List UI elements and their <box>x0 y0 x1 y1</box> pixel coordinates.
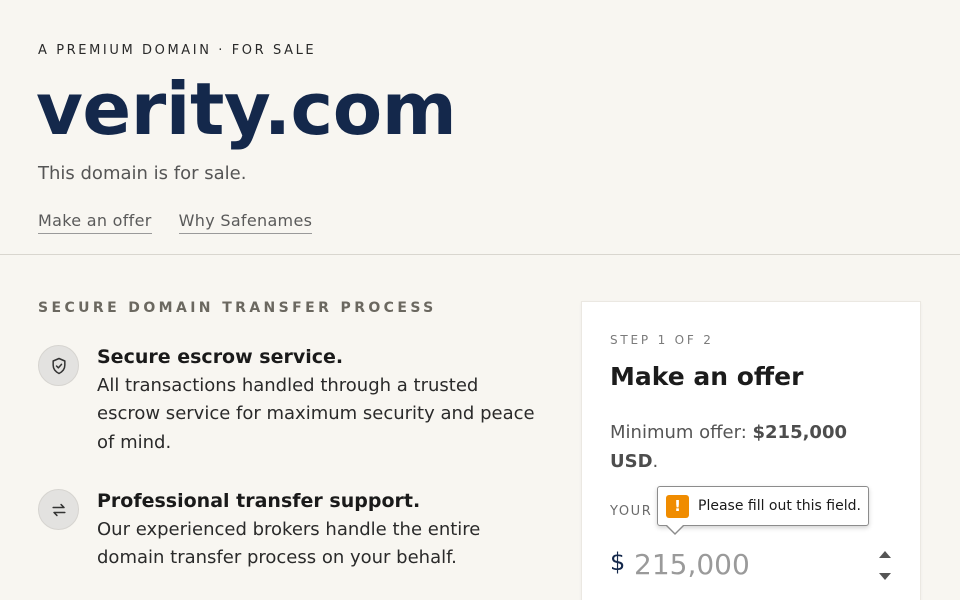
feature-description: All transactions handled through a trust… <box>97 374 535 454</box>
validation-tooltip: ! Please fill out this field. <box>657 486 869 535</box>
currency-symbol: $ <box>610 548 626 576</box>
min-offer-suffix: . <box>652 450 659 472</box>
step-indicator: STEP 1 OF 2 <box>610 333 714 347</box>
domain-name: verity.com <box>36 67 457 151</box>
warning-icon: ! <box>666 494 689 518</box>
hero-links: Make an offer Why Safenames <box>38 211 313 234</box>
offer-card-title: Make an offer <box>610 362 804 391</box>
section-divider <box>0 254 960 255</box>
why-safenames-link[interactable]: Why Safenames <box>178 211 313 234</box>
offer-amount-stepper[interactable] <box>879 551 893 585</box>
min-offer-prefix: Minimum offer: <box>610 422 753 443</box>
hero-section: A PREMIUM DOMAIN · FOR SALE verity.com T… <box>36 0 938 254</box>
validation-message: Please fill out this field. <box>698 498 861 514</box>
transfer-arrows-icon <box>38 489 79 530</box>
feature-description: Our experienced brokers handle the entir… <box>97 518 481 569</box>
shield-check-icon <box>38 345 79 386</box>
offer-amount-input[interactable] <box>634 548 864 581</box>
feature-title: Professional transfer support. <box>97 490 421 512</box>
minimum-offer-text: Minimum offer: $215,000 USD. <box>610 419 900 477</box>
features-section-title: SECURE DOMAIN TRANSFER PROCESS <box>38 300 437 316</box>
hero-eyebrow: A PREMIUM DOMAIN · FOR SALE <box>38 43 317 58</box>
make-offer-link[interactable]: Make an offer <box>38 211 152 234</box>
stepper-up-icon[interactable] <box>879 551 891 558</box>
offer-card: STEP 1 OF 2 Make an offer Minimum offer:… <box>581 301 921 600</box>
hero-subtitle: This domain is for sale. <box>38 163 247 184</box>
features-section: SECURE DOMAIN TRANSFER PROCESS Secure es… <box>38 300 538 568</box>
feature-title: Secure escrow service. <box>97 346 344 368</box>
stepper-down-icon[interactable] <box>879 573 891 580</box>
